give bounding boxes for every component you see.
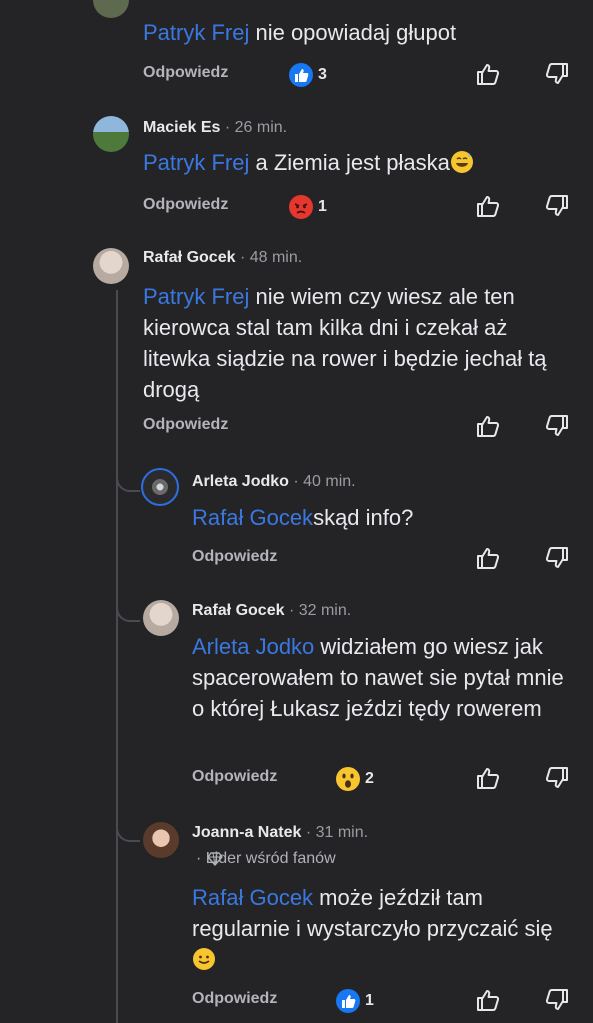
- smile-emoji: [193, 948, 215, 970]
- comment: Patryk Frej nie opowiadaj głupot Odpowie…: [0, 0, 593, 100]
- angry-reaction-icon: [289, 195, 313, 219]
- avatar[interactable]: [93, 248, 129, 284]
- mention-link[interactable]: Rafał Gocek: [192, 885, 313, 910]
- comment-time[interactable]: · 48 min.: [240, 249, 302, 266]
- comment-actions: Odpowiedz: [143, 412, 573, 442]
- comment-reply: Joann-a Natek · 31 min. · Lider wśród fa…: [0, 814, 593, 1023]
- like-icon: [477, 196, 500, 217]
- comment-body-text: nie opowiadaj głupot: [249, 20, 457, 45]
- like-button[interactable]: [474, 986, 502, 1019]
- comment-body-text: a Ziemia jest płaska: [249, 150, 450, 175]
- comment-text: Patryk Frej a Ziemia jest płaska: [143, 147, 563, 178]
- dislike-icon: [545, 63, 568, 84]
- comment-actions: Odpowiedz 1: [143, 192, 573, 222]
- comment-header: Joann-a Natek · 31 min.: [192, 824, 368, 842]
- avatar[interactable]: [141, 468, 179, 506]
- reaction-summary[interactable]: 1: [335, 988, 374, 1014]
- comments-page: Patryk Frej nie opowiadaj głupot Odpowie…: [0, 0, 593, 1023]
- comment-text: Rafał Gocekskąd info?: [192, 502, 572, 533]
- reply-button[interactable]: Odpowiedz: [192, 990, 277, 1008]
- avatar[interactable]: [143, 822, 179, 858]
- dislike-icon: [545, 195, 568, 216]
- comment-actions: Odpowiedz 3: [143, 60, 573, 90]
- comment-body-text: skąd info?: [313, 505, 414, 530]
- comment-text: Patryk Frej nie opowiadaj głupot: [143, 17, 563, 48]
- comment-header: Rafał Gocek · 48 min.: [143, 249, 302, 267]
- author-name[interactable]: Joann-a Natek: [192, 824, 301, 841]
- reaction-summary[interactable]: 2: [335, 766, 374, 792]
- like-icon: [477, 990, 500, 1011]
- author-name[interactable]: Maciek Es: [143, 119, 220, 136]
- comment-text: Patryk Frej nie wiem czy wiesz ale ten k…: [143, 281, 573, 405]
- comment: Maciek Es · 26 min. Patryk Frej a Ziemia…: [0, 110, 593, 230]
- reply-button[interactable]: Odpowiedz: [143, 64, 228, 82]
- like-button[interactable]: [474, 764, 502, 797]
- avatar[interactable]: [143, 600, 179, 636]
- reply-button[interactable]: Odpowiedz: [143, 416, 228, 434]
- comment-actions: Odpowiedz 2: [192, 764, 573, 794]
- diamond-icon: [207, 852, 223, 866]
- mention-link[interactable]: Arleta Jodko: [192, 634, 314, 659]
- comment-header: Maciek Es · 26 min.: [143, 119, 287, 137]
- reaction-count: 3: [318, 66, 327, 83]
- comment-time[interactable]: · 31 min.: [306, 824, 368, 841]
- wow-reaction-icon: [336, 767, 360, 791]
- author-name[interactable]: Rafał Gocek: [143, 249, 235, 266]
- dislike-button[interactable]: [543, 412, 571, 445]
- sweat-smile-emoji: [450, 151, 473, 173]
- like-button[interactable]: [474, 60, 502, 93]
- comment-header: Rafał Gocek · 32 min.: [192, 602, 351, 620]
- comment-time[interactable]: · 32 min.: [289, 602, 351, 619]
- reaction-count: 1: [365, 992, 374, 1009]
- comment-text: Arleta Jodko widziałem go wiesz jak spac…: [192, 631, 572, 724]
- comment-time[interactable]: · 26 min.: [225, 119, 287, 136]
- author-name[interactable]: Arleta Jodko: [192, 473, 289, 490]
- dislike-button[interactable]: [543, 60, 571, 93]
- reply-button[interactable]: Odpowiedz: [192, 548, 277, 566]
- comment-reply: Arleta Jodko · 40 min. Rafał Gocekskąd i…: [0, 462, 593, 587]
- dislike-button[interactable]: [543, 986, 571, 1019]
- mention-link[interactable]: Rafał Gocek: [192, 505, 313, 530]
- comment: Rafał Gocek · 48 min. Patryk Frej nie wi…: [0, 240, 593, 450]
- like-button[interactable]: [474, 412, 502, 445]
- comment-text: Rafał Gocek może jeździł tam regularnie …: [192, 882, 572, 975]
- avatar[interactable]: [93, 116, 129, 152]
- dislike-button[interactable]: [543, 192, 571, 225]
- author-name[interactable]: Rafał Gocek: [192, 602, 284, 619]
- dislike-icon: [545, 547, 568, 568]
- like-reaction-icon: [289, 63, 313, 87]
- dislike-icon: [545, 415, 568, 436]
- comment-time[interactable]: · 40 min.: [293, 473, 355, 490]
- dislike-button[interactable]: [543, 764, 571, 797]
- mention-link[interactable]: Patryk Frej: [143, 150, 249, 175]
- like-icon: [477, 548, 500, 569]
- comment-actions: Odpowiedz 1: [192, 986, 573, 1016]
- reply-button[interactable]: Odpowiedz: [143, 196, 228, 214]
- reaction-summary[interactable]: 3: [288, 62, 327, 88]
- avatar[interactable]: [93, 0, 129, 18]
- like-button[interactable]: [474, 192, 502, 225]
- reaction-count: 2: [365, 770, 374, 787]
- like-button[interactable]: [474, 544, 502, 577]
- reply-button[interactable]: Odpowiedz: [192, 768, 277, 786]
- dislike-icon: [545, 989, 568, 1010]
- like-icon: [477, 768, 500, 789]
- fan-badge[interactable]: · Lider wśród fanów: [196, 850, 336, 868]
- mention-link[interactable]: Patryk Frej: [143, 20, 249, 45]
- dislike-button[interactable]: [543, 544, 571, 577]
- reaction-count: 1: [318, 198, 327, 215]
- dislike-icon: [545, 767, 568, 788]
- like-reaction-icon: [336, 989, 360, 1013]
- comment-actions: Odpowiedz: [192, 544, 573, 574]
- like-icon: [477, 416, 500, 437]
- comment-header: Arleta Jodko · 40 min.: [192, 473, 356, 491]
- reaction-summary[interactable]: 1: [288, 194, 327, 220]
- comment-reply: Rafał Gocek · 32 min. Arleta Jodko widzi…: [0, 594, 593, 812]
- mention-link[interactable]: Patryk Frej: [143, 284, 249, 309]
- like-icon: [477, 64, 500, 85]
